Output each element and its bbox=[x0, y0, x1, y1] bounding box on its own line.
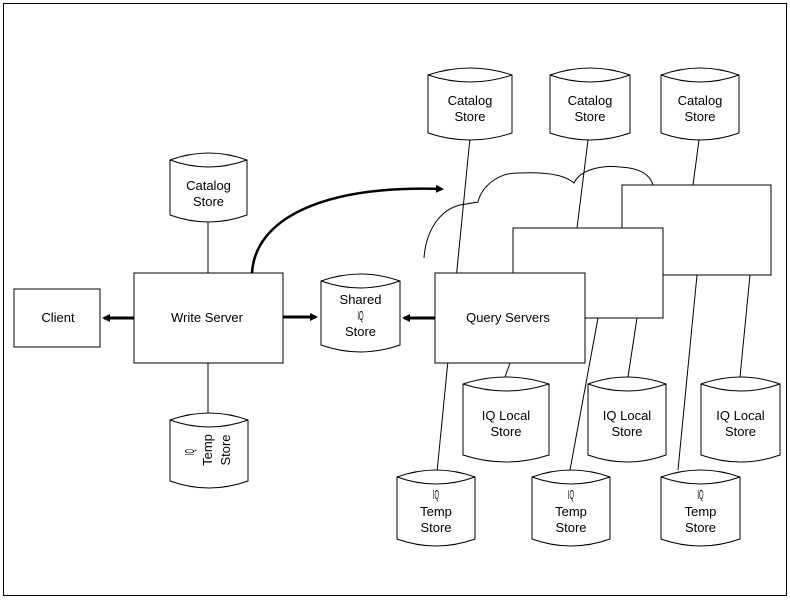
query-temp-store-1-label-0: IQ bbox=[433, 489, 439, 503]
shared-iq-store-label-2: Store bbox=[345, 324, 376, 339]
query-catalog-store-3-label-1: Store bbox=[684, 109, 715, 124]
query-temp-store-1[interactable]: IQTempStore bbox=[396, 469, 476, 547]
write-catalog-store-label-1: Store bbox=[193, 194, 224, 209]
write-temp-store[interactable]: IQ Temp Store bbox=[169, 412, 249, 489]
write-catalog-store[interactable]: CatalogStore bbox=[169, 152, 248, 223]
iq-local-store-2-label-1: Store bbox=[611, 424, 642, 439]
query-temp-store-3[interactable]: IQTempStore bbox=[660, 469, 741, 547]
shared-iq-store-label-1: IQ bbox=[357, 310, 363, 324]
query-catalog-store-1-label-1: Store bbox=[454, 109, 485, 124]
query-temp-store-1-label-2: Store bbox=[420, 520, 451, 535]
iq-local-store-3-label-1: Store bbox=[725, 424, 756, 439]
query-servers-box[interactable]: Query Servers bbox=[434, 272, 586, 364]
query-temp-store-2-label-2: Store bbox=[555, 520, 586, 535]
arrow-write-to-query-curve bbox=[250, 184, 444, 274]
write-server-box[interactable]: Write Server bbox=[133, 272, 284, 364]
query-catalog-store-3[interactable]: CatalogStore bbox=[660, 67, 740, 141]
shared-iq-store-label-0: Shared bbox=[340, 292, 382, 307]
query-temp-store-1-label-1: Temp bbox=[420, 504, 452, 519]
query-catalog-store-1-label-0: Catalog bbox=[448, 93, 493, 108]
iq-local-store-1-label-0: IQ Local bbox=[482, 408, 531, 423]
shared-iq-store[interactable]: Shared IQStore bbox=[320, 273, 401, 353]
write-catalog-store-label-0: Catalog bbox=[186, 178, 231, 193]
iq-local-store-2-label-0: IQ Local bbox=[603, 408, 652, 423]
client-label: Client bbox=[41, 310, 75, 325]
iq-local-store-1[interactable]: IQ LocalStore bbox=[462, 376, 550, 463]
write-temp-store-label-1: Temp bbox=[200, 434, 215, 466]
client-box[interactable]: Client bbox=[13, 288, 101, 348]
write-temp-store-label-2: Store bbox=[218, 434, 233, 465]
iq-local-store-3-label-0: IQ Local bbox=[716, 408, 765, 423]
query-catalog-store-2-label-1: Store bbox=[574, 109, 605, 124]
architecture-diagram: Query Servers Client Write Server Catalo… bbox=[3, 3, 787, 596]
query-temp-store-2-label-1: Temp bbox=[555, 504, 587, 519]
query-catalog-store-2[interactable]: CatalogStore bbox=[549, 67, 631, 141]
iq-local-store-1-label-1: Store bbox=[490, 424, 521, 439]
write-server-label: Write Server bbox=[171, 310, 244, 325]
query-temp-store-3-label-1: Temp bbox=[685, 504, 717, 519]
query-temp-store-2[interactable]: IQTempStore bbox=[531, 469, 611, 547]
query-temp-store-3-label-0: IQ bbox=[697, 489, 703, 503]
query-servers-label: Query Servers bbox=[466, 310, 550, 325]
write-temp-store-label-0: IQ bbox=[184, 449, 198, 455]
query-temp-store-2-label-0: IQ bbox=[568, 489, 574, 503]
query-catalog-store-1[interactable]: CatalogStore bbox=[427, 67, 513, 141]
iq-local-store-2[interactable]: IQ LocalStore bbox=[587, 376, 667, 463]
iq-local-store-3[interactable]: IQ LocalStore bbox=[700, 376, 781, 463]
query-temp-store-3-label-2: Store bbox=[685, 520, 716, 535]
query-catalog-store-2-label-0: Catalog bbox=[568, 93, 613, 108]
query-catalog-store-3-label-0: Catalog bbox=[678, 93, 723, 108]
